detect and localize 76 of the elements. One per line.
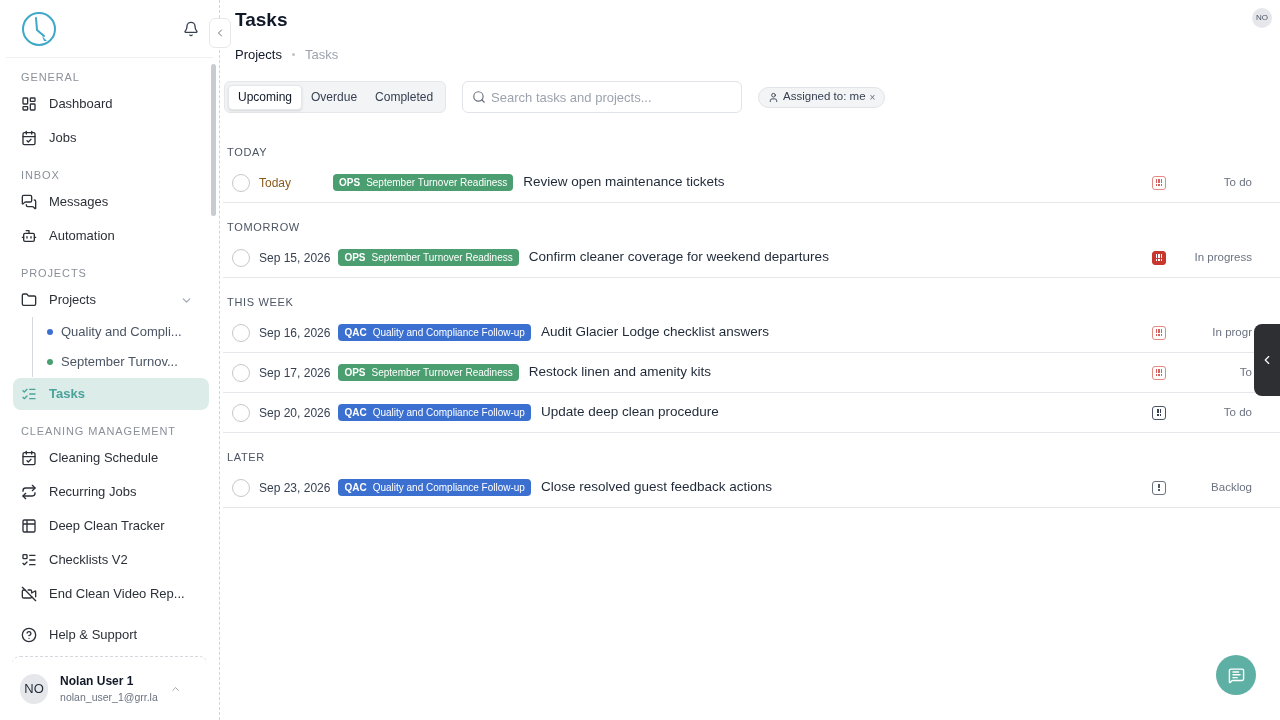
tab[interactable]: Overdue [302, 84, 367, 110]
dashboard-icon [21, 96, 37, 112]
project-item[interactable]: September Turnov... [33, 347, 209, 377]
project-tag[interactable]: QAC Quality and Compliance Follow-up [338, 404, 531, 421]
task-status: To do [1222, 174, 1252, 190]
task-title[interactable]: Confirm cleaner coverage for weekend departures [528, 247, 1152, 268]
calendar-icon [21, 450, 37, 466]
collapse-sidebar-button[interactable] [209, 18, 231, 48]
calendar-icon [21, 130, 37, 146]
nav-item[interactable]: Dashboard [13, 88, 209, 120]
video-off-icon [21, 586, 37, 602]
nav-item[interactable]: Checklists V2 [13, 544, 209, 576]
task-title[interactable]: Update deep clean procedure [540, 402, 1152, 423]
chat-icon [21, 194, 37, 210]
checklist-icon [21, 386, 37, 402]
checklist-icon [21, 552, 37, 568]
group-heading: THIS WEEK [226, 294, 295, 310]
user-email: nolan_user_1@grr.la [60, 689, 158, 705]
folder-icon [21, 292, 37, 308]
due-date: Sep 15, 2026 [259, 249, 331, 267]
task-status: To [1238, 364, 1252, 380]
nav-item[interactable]: Projects [13, 284, 209, 316]
nav-item[interactable]: Automation [13, 220, 209, 252]
tab[interactable]: Upcoming [228, 84, 303, 110]
chat-icon [1227, 666, 1245, 684]
due-date: Today [259, 174, 293, 192]
table-icon [21, 518, 37, 534]
robot-icon [21, 228, 37, 244]
task-status: In progress [1193, 249, 1252, 265]
task-status: To do [1222, 404, 1252, 420]
clock-logo-icon [20, 9, 58, 48]
due-date: Sep 23, 2026 [259, 479, 331, 497]
section-heading: PROJECTS [20, 265, 88, 281]
nav-item[interactable]: Help & Support [21, 622, 138, 648]
task-status: Backlog [1210, 479, 1252, 495]
breadcrumb-item[interactable]: Projects [235, 44, 282, 64]
search-field[interactable]: Search tasks and projects... [462, 81, 743, 113]
group-heading: LATER [226, 449, 266, 465]
due-date: Sep 17, 2026 [259, 364, 331, 382]
user-avatar: NO [20, 673, 49, 704]
task-title[interactable]: Audit Glacier Lodge checklist answers [540, 322, 1152, 343]
group-heading: TODAY [226, 144, 269, 160]
section-heading: GENERAL [20, 69, 81, 85]
due-date: Sep 16, 2026 [259, 324, 331, 342]
repeat-icon [21, 484, 37, 500]
tab[interactable]: Completed [366, 84, 443, 110]
nav-item[interactable]: Cleaning Schedule [13, 442, 209, 474]
task-status: In progr [1211, 324, 1252, 340]
nav-item[interactable]: Jobs [13, 122, 209, 154]
due-date: Sep 20, 2026 [259, 404, 331, 422]
project-item[interactable]: Quality and Compli... [33, 317, 209, 347]
nav-item[interactable]: Messages [13, 186, 209, 218]
project-tag[interactable]: QAC Quality and Compliance Follow-up [338, 324, 531, 341]
nav-item[interactable]: Recurring Jobs [13, 476, 209, 508]
notification-bell-icon[interactable] [183, 20, 199, 37]
task-title[interactable]: Close resolved guest feedback actions [540, 477, 1152, 498]
section-heading: INBOX [20, 167, 61, 183]
page-title: Tasks [235, 8, 288, 32]
help-icon [21, 627, 37, 643]
group-heading: TOMORROW [226, 219, 301, 235]
breadcrumb-item: Tasks [304, 45, 339, 64]
user-avatar[interactable]: NO [1252, 8, 1272, 28]
search-icon [472, 90, 487, 104]
project-tag[interactable]: QAC Quality and Compliance Follow-up [338, 479, 531, 496]
task-title[interactable]: Review open maintenance tickets [523, 172, 1152, 193]
user-name: Nolan User 1 [60, 672, 135, 690]
nav-item[interactable]: Deep Clean Tracker [13, 510, 209, 542]
section-heading: CLEANING MANAGEMENT [20, 423, 177, 439]
nav-item[interactable]: End Clean Video Rep... [13, 578, 209, 610]
side-panel-toggle[interactable] [1254, 324, 1280, 396]
task-title[interactable]: Restock linen and amenity kits [528, 362, 1152, 383]
remove-filter-button[interactable]: × [869, 89, 876, 105]
person-icon [768, 91, 780, 103]
filter-chip[interactable]: Assigned to: me × [758, 86, 886, 108]
chat-button[interactable] [1216, 655, 1256, 695]
scrollbar[interactable] [211, 64, 216, 216]
